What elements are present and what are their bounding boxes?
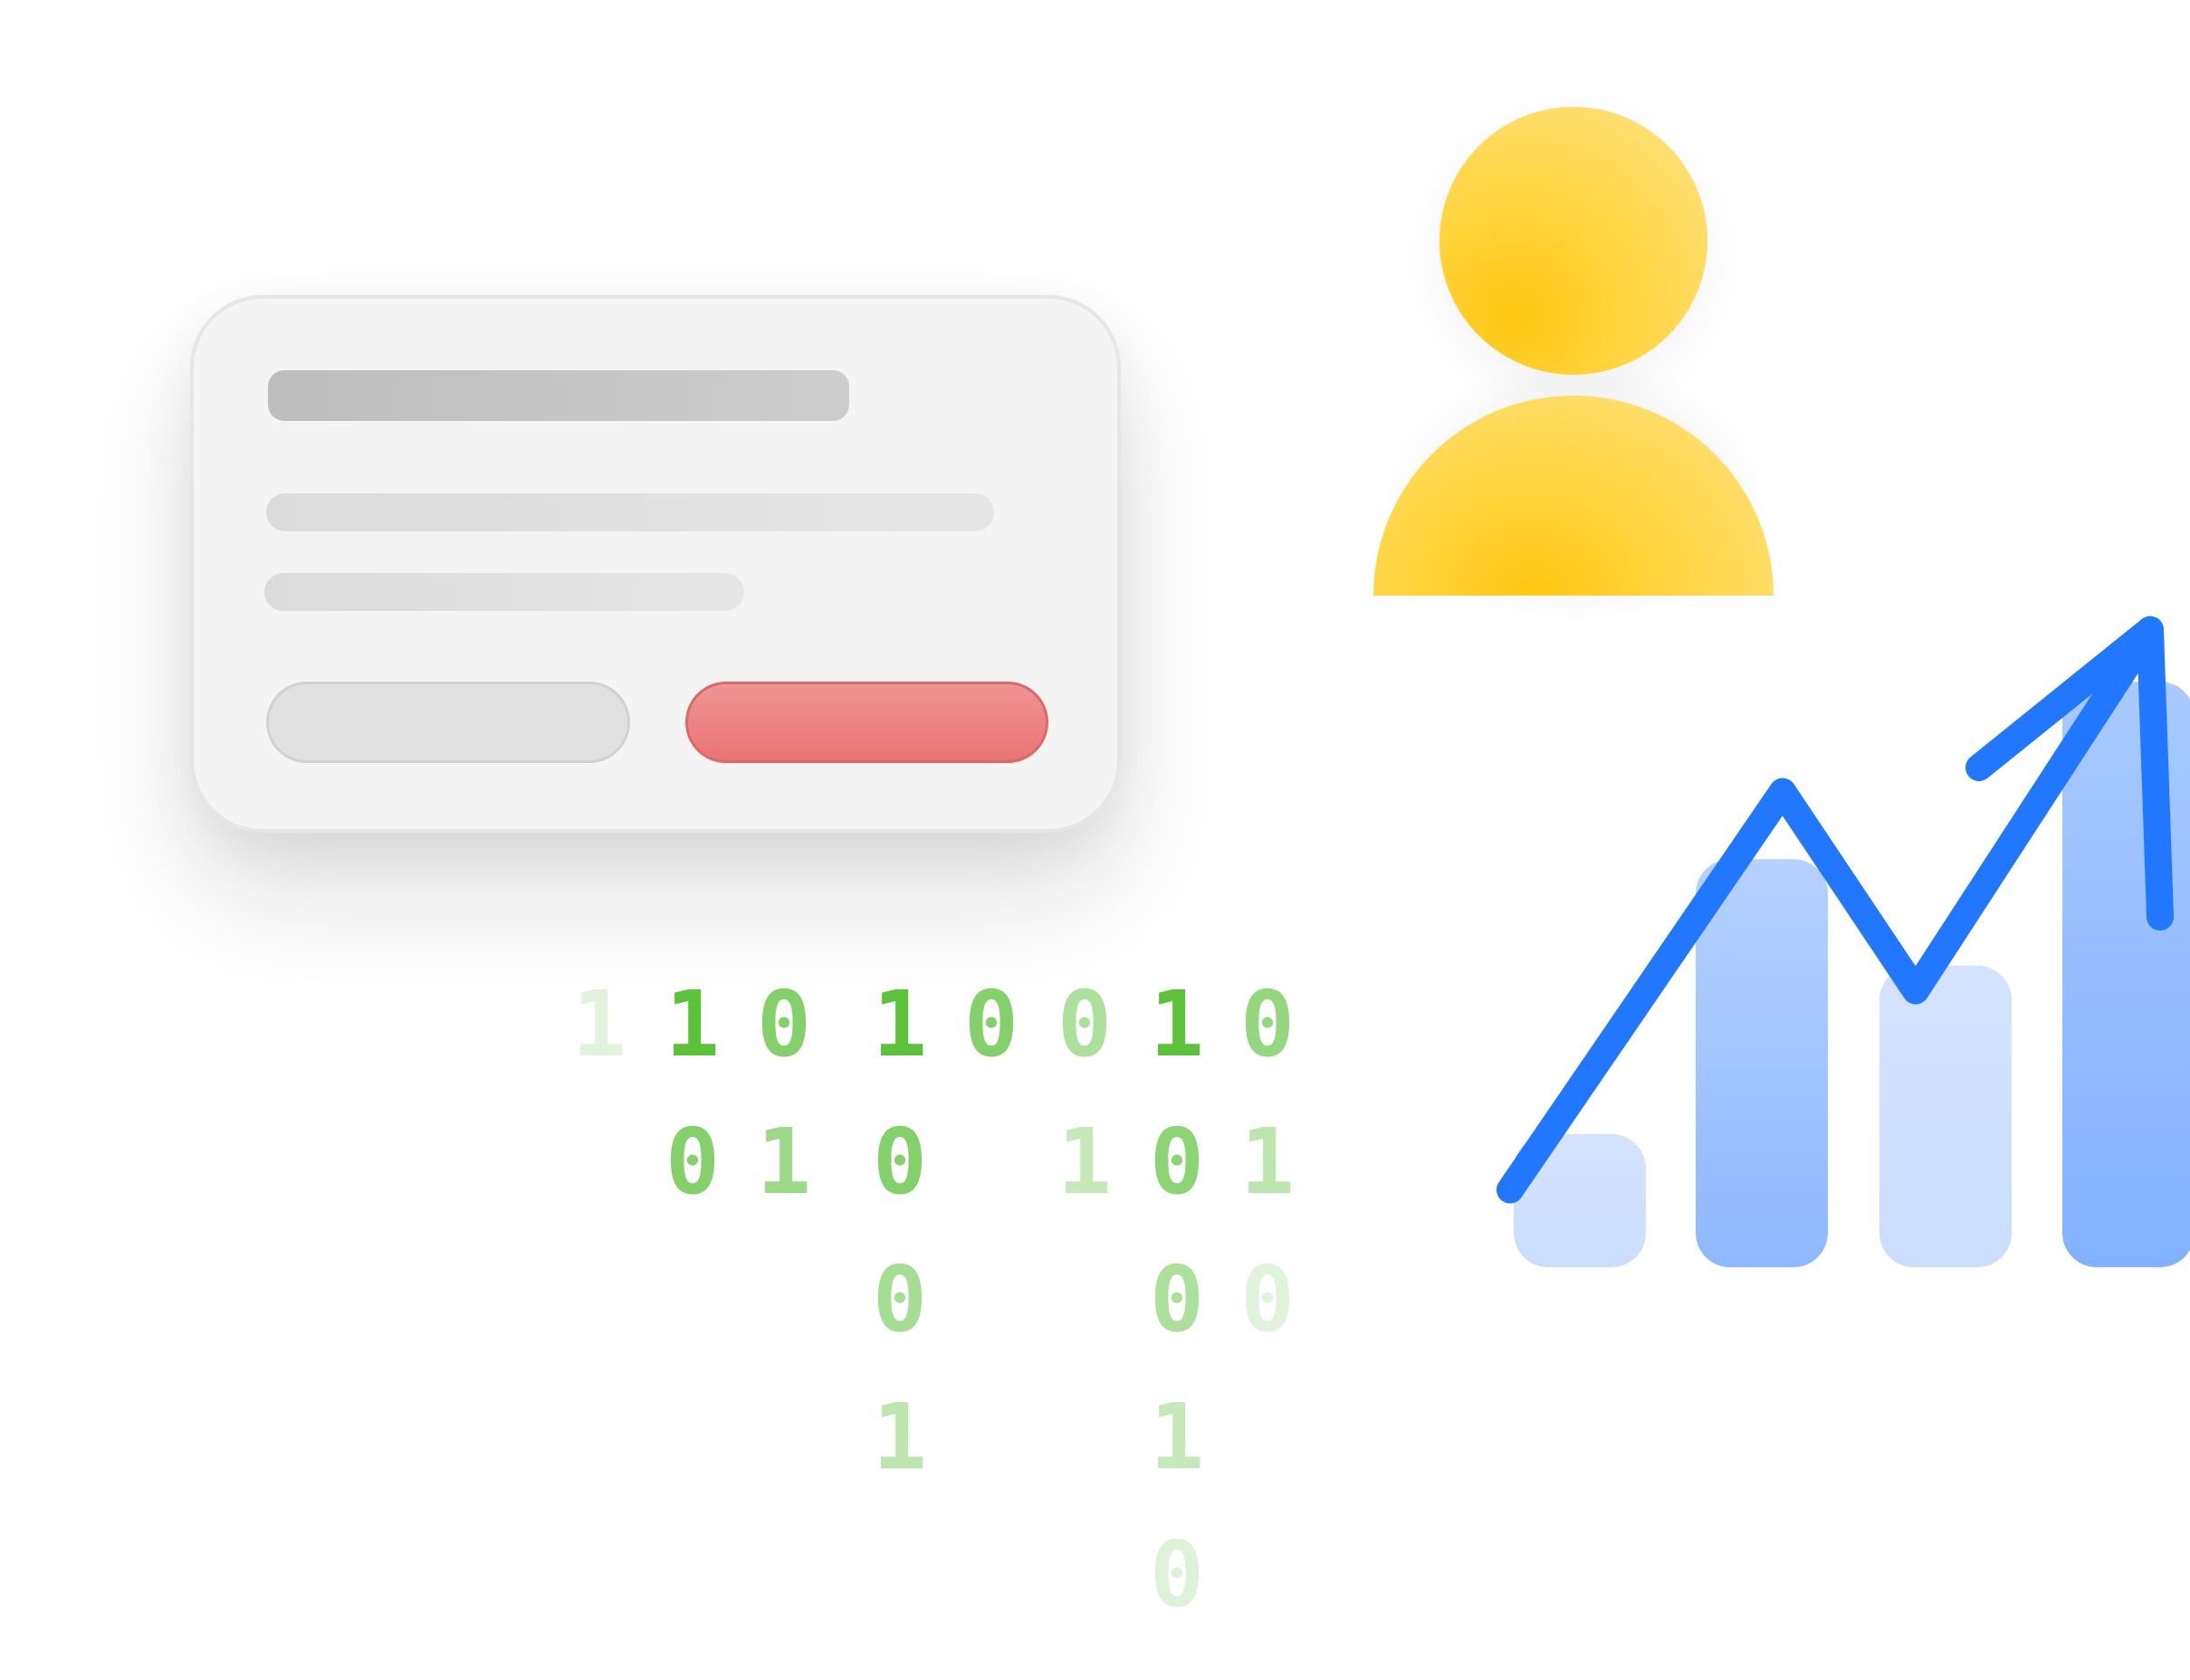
chart-bar	[1879, 965, 2012, 1267]
growth-chart-icon	[1497, 616, 2190, 1267]
chart-bar	[1696, 859, 1828, 1267]
chart-bar	[2062, 682, 2190, 1267]
illustration-canvas: 11001100100110010010	[0, 0, 2190, 1680]
